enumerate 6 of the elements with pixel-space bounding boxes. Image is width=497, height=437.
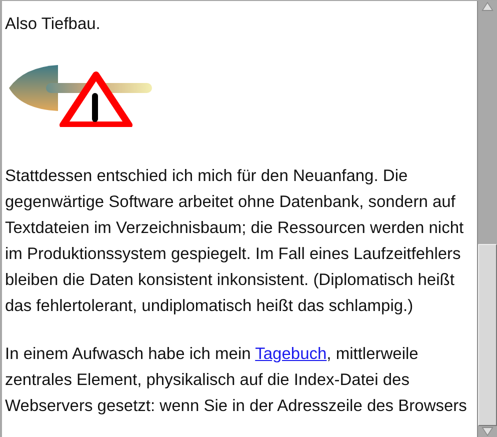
diary-link[interactable]: Tagebuch [255, 345, 327, 363]
scrollbar[interactable] [477, 1, 497, 437]
paragraph: In einem Aufwasch habe ich mein Tagebuch, mittlerweile zentrales Element, physikalisch auf die Index-Datei des Webservers gesetzt: wenn Sie in der Adresszeile des Browsers [5, 344, 468, 417]
scroll-thumb[interactable] [478, 244, 497, 426]
paragraph: Stattdessen entschied ich mich für den Neuanfang. Die gegenwärtige Software arbeitet ohne Datenbank, sondern auf Textdateien im Verzeichnisbaum; die Ressourcen werden nicht im Produktionssystem gespiegelt. Im Fall eines Laufzeitfehlers bleiben die Daten konsistent inkonsistent. (Diplomatisch heißt das fehlertolerant, undiplomatisch heißt das schlampig.) [5, 166, 465, 317]
heading-text: Also Tiefbau. [5, 14, 102, 35]
